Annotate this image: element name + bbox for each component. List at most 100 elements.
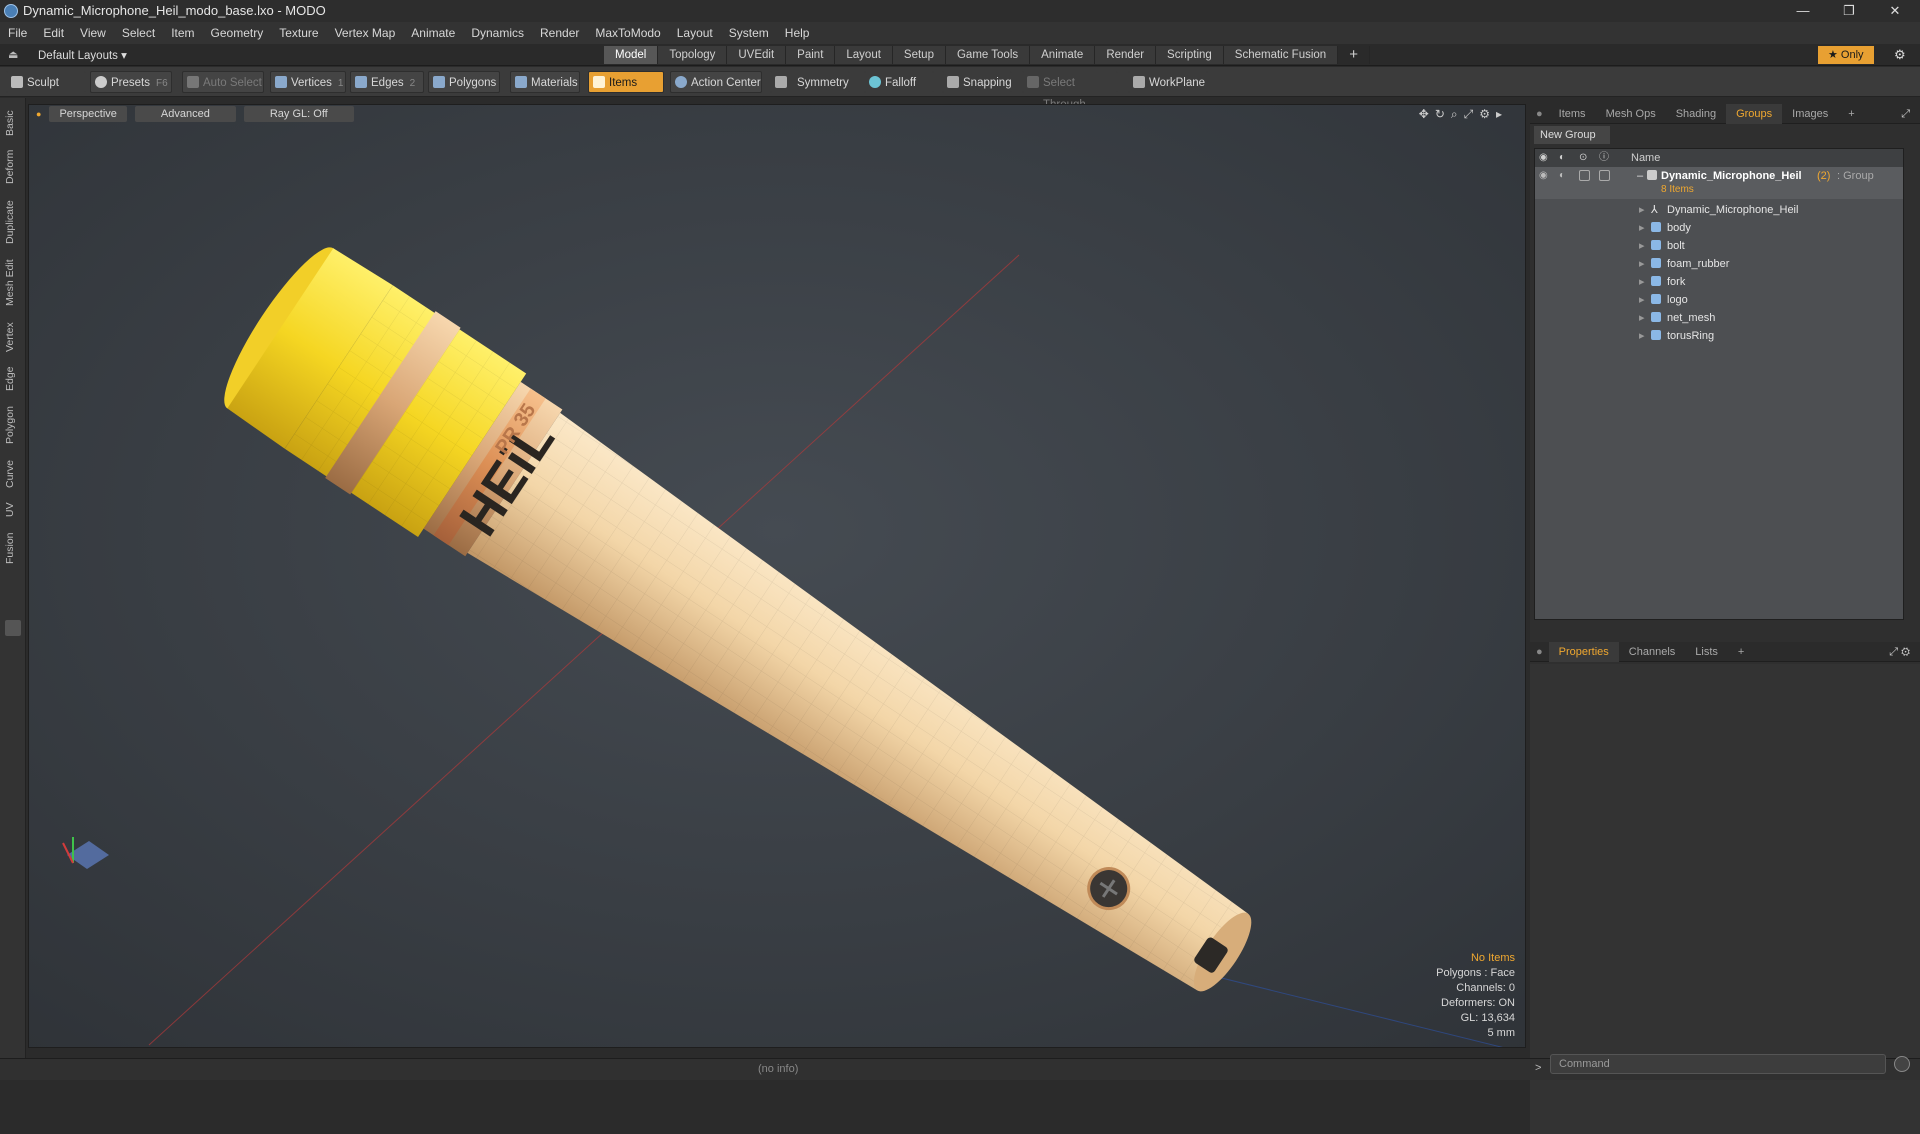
- vtab-duplicate[interactable]: Duplicate: [4, 194, 22, 250]
- select-icon[interactable]: ⓘ: [1599, 149, 1609, 167]
- group-select-checkbox[interactable]: [1599, 170, 1610, 181]
- viewport-nav-icons[interactable]: ✥↻⌕⤢⚙▸: [1419, 107, 1508, 122]
- materials-button[interactable]: Materials: [510, 71, 580, 93]
- list-item[interactable]: ▸ bolt: [1535, 237, 1903, 255]
- list-item[interactable]: ▸ ⅄ Dynamic_Microphone_Heil: [1535, 201, 1903, 219]
- render-icon[interactable]: ◐: [1559, 149, 1565, 167]
- menu-vertex-map[interactable]: Vertex Map: [327, 26, 404, 40]
- expand-icon[interactable]: ⤢: [1891, 104, 1920, 124]
- symmetry-button[interactable]: Symmetry: [770, 71, 850, 93]
- view-perspective-button[interactable]: Perspective: [49, 106, 127, 122]
- menu-system[interactable]: System: [721, 26, 777, 40]
- polygons-button[interactable]: Polygons: [428, 71, 500, 93]
- menu-texture[interactable]: Texture: [271, 26, 326, 40]
- menu-edit[interactable]: Edit: [35, 26, 72, 40]
- command-history-icon[interactable]: [1894, 1056, 1910, 1072]
- menu-maxtomodo[interactable]: MaxToModo: [587, 26, 668, 40]
- list-item[interactable]: ▸ body: [1535, 219, 1903, 237]
- tab-model[interactable]: Model: [604, 46, 659, 64]
- column-name[interactable]: Name: [1631, 149, 1660, 167]
- edges-button[interactable]: Edges 2: [350, 71, 424, 93]
- group-expand-icon[interactable]: –: [1637, 167, 1643, 185]
- group-row[interactable]: ◉ ◐ – Dynamic_Microphone_Heil (2) : Grou…: [1535, 167, 1903, 199]
- list-item[interactable]: ▸ foam_rubber: [1535, 255, 1903, 273]
- eye-icon[interactable]: ◉: [1539, 149, 1548, 167]
- lock-icon[interactable]: ⊙: [1579, 149, 1587, 167]
- group-render-icon[interactable]: ◐: [1559, 167, 1565, 185]
- tab-setup[interactable]: Setup: [892, 46, 946, 64]
- tab-scripting[interactable]: Scripting: [1156, 46, 1224, 64]
- vtab-uv[interactable]: UV: [4, 498, 22, 522]
- menu-render[interactable]: Render: [532, 26, 587, 40]
- menu-animate[interactable]: Animate: [403, 26, 463, 40]
- action-center-button[interactable]: Action Center: [670, 71, 762, 93]
- maximize-button[interactable]: ❐: [1826, 0, 1872, 22]
- menu-geometry[interactable]: Geometry: [203, 26, 272, 40]
- list-item[interactable]: ▸ fork: [1535, 273, 1903, 291]
- vtab-vertex[interactable]: Vertex: [4, 316, 22, 358]
- tab-groups[interactable]: Groups: [1726, 104, 1783, 124]
- auto-select-button[interactable]: Auto Select: [182, 71, 264, 93]
- select-through-button[interactable]: Select Through: [1022, 71, 1118, 111]
- tab-shading[interactable]: Shading: [1666, 104, 1726, 124]
- tab-properties[interactable]: Properties: [1548, 642, 1619, 662]
- list-item[interactable]: ▸ net_mesh: [1535, 309, 1903, 327]
- tab-render[interactable]: Render: [1095, 46, 1157, 64]
- tab-lists[interactable]: Lists: [1685, 642, 1728, 662]
- tab-layout[interactable]: Layout: [835, 46, 893, 64]
- panel-menu-icon[interactable]: ●: [1530, 642, 1549, 662]
- menu-dynamics[interactable]: Dynamics: [463, 26, 532, 40]
- vertices-button[interactable]: Vertices 1: [270, 71, 346, 93]
- minimize-button[interactable]: —: [1780, 0, 1826, 22]
- presets-button[interactable]: Presets F6: [90, 71, 172, 93]
- add-tab-button[interactable]: +: [1338, 46, 1370, 64]
- menu-view[interactable]: View: [72, 26, 114, 40]
- snapping-button[interactable]: Snapping: [942, 71, 1012, 93]
- only-toggle-button[interactable]: ★ Only: [1818, 46, 1874, 64]
- menu-item[interactable]: Item: [163, 26, 202, 40]
- tab-game-tools[interactable]: Game Tools: [945, 46, 1031, 64]
- viewport-menu-icon[interactable]: ●: [36, 109, 41, 119]
- vtab-fusion[interactable]: Fusion: [4, 526, 22, 570]
- tab-uvedit[interactable]: UVEdit: [727, 46, 787, 64]
- strip-toggle-button[interactable]: [5, 620, 21, 636]
- menu-layout[interactable]: Layout: [669, 26, 721, 40]
- vtab-edge[interactable]: Edge: [4, 362, 22, 396]
- menu-help[interactable]: Help: [777, 26, 818, 40]
- panel-menu-icon[interactable]: ●: [1530, 104, 1549, 124]
- group-lock-checkbox[interactable]: [1579, 170, 1590, 181]
- command-input[interactable]: Command: [1550, 1054, 1886, 1074]
- layout-preset-dropdown[interactable]: Default Layouts ▾: [38, 48, 127, 62]
- raygl-button[interactable]: Ray GL: Off: [243, 106, 354, 122]
- close-button[interactable]: ✕: [1872, 0, 1918, 22]
- vtab-deform[interactable]: Deform: [4, 144, 22, 190]
- shading-advanced-button[interactable]: Advanced: [134, 106, 236, 122]
- tab-schematic-fusion[interactable]: Schematic Fusion: [1223, 46, 1339, 64]
- list-item[interactable]: ▸ torusRing: [1535, 327, 1903, 345]
- tab-items[interactable]: Items: [1549, 104, 1596, 124]
- gear-icon[interactable]: ⚙: [1894, 47, 1906, 63]
- add-panel-tab-button[interactable]: +: [1838, 104, 1864, 124]
- workplane-button[interactable]: WorkPlane: [1128, 71, 1208, 93]
- new-group-button[interactable]: New Group: [1534, 126, 1610, 144]
- layout-collapse-icon[interactable]: ⏏: [8, 48, 18, 61]
- tab-mesh-ops[interactable]: Mesh Ops: [1596, 104, 1666, 124]
- tab-channels[interactable]: Channels: [1619, 642, 1685, 662]
- items-button[interactable]: Items: [588, 71, 664, 93]
- vtab-basic[interactable]: Basic: [4, 106, 22, 140]
- menu-select[interactable]: Select: [114, 26, 163, 40]
- vtab-polygon[interactable]: Polygon: [4, 400, 22, 450]
- tab-paint[interactable]: Paint: [786, 46, 836, 64]
- add-panel-tab-button[interactable]: +: [1728, 642, 1754, 662]
- falloff-button[interactable]: Falloff: [864, 71, 934, 93]
- 3d-viewport[interactable]: HEiL PR 35 No Items Polygons : Face Chan…: [28, 104, 1526, 1048]
- tab-images[interactable]: Images: [1782, 104, 1838, 124]
- list-item[interactable]: ▸ logo: [1535, 291, 1903, 309]
- menu-file[interactable]: File: [0, 26, 35, 40]
- sculpt-button[interactable]: Sculpt: [6, 71, 86, 93]
- group-visibility-icon[interactable]: ◉: [1539, 167, 1548, 185]
- vtab-mesh-edit[interactable]: Mesh Edit: [4, 254, 22, 312]
- expand-icon[interactable]: ⤢ ⚙: [1879, 642, 1920, 662]
- vtab-curve[interactable]: Curve: [4, 454, 22, 494]
- tab-animate[interactable]: Animate: [1030, 46, 1096, 64]
